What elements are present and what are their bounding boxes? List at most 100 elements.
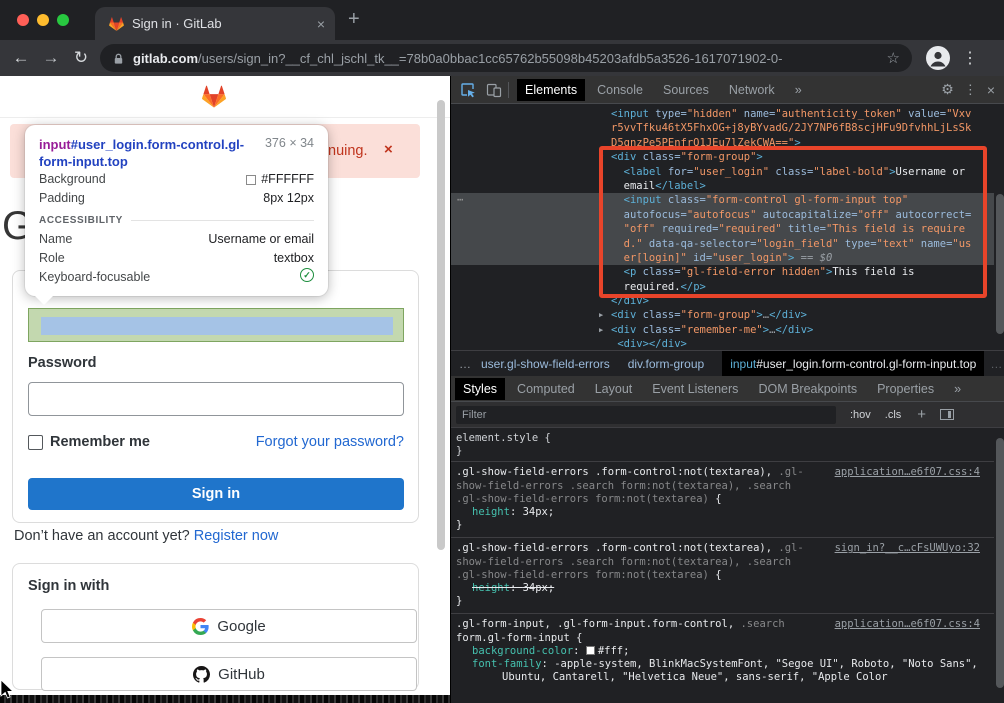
devtools-close-icon[interactable]: × <box>987 82 995 98</box>
dom-tree-line[interactable]: r5vvTfku46tX5FhxOG+j8yBYvadG/2JY7NP6fB8s… <box>451 121 994 135</box>
github-signin-button[interactable]: GitHub <box>41 657 417 691</box>
tab-event-listeners[interactable]: Event Listeners <box>644 378 746 400</box>
css-rule: .gl-show-field-errors .form-control:not(… <box>451 461 994 537</box>
browser-tab-strip: Sign in · GitLab × + <box>0 0 1004 40</box>
forward-button[interactable]: → <box>36 48 66 68</box>
dom-tree-line[interactable]: <div></div> <box>451 337 994 350</box>
stylesheet-link[interactable]: sign_in?__c…cFsUWUyo:32 <box>835 542 980 555</box>
breadcrumb-item[interactable]: user.gl-show-field-errors <box>481 357 610 371</box>
styles-filter-row: :hov .cls + <box>451 402 1004 428</box>
alert-close-icon[interactable]: × <box>384 141 393 158</box>
tooltip-dimensions: 376 × 34 <box>247 136 314 170</box>
page-scrollbar[interactable] <box>437 100 445 550</box>
stylesheet-link[interactable]: application…e6f07.css:4 <box>835 466 980 479</box>
tab-styles[interactable]: Styles <box>455 378 505 400</box>
tooltip-role-row: Roletextbox <box>39 249 314 268</box>
remember-me-label: Remember me <box>50 434 150 450</box>
devtools-tabs-more-icon[interactable]: » <box>787 79 810 101</box>
reload-button[interactable]: ↻ <box>66 48 96 68</box>
styles-tabs-more-icon[interactable]: » <box>946 378 969 400</box>
dom-tree-line[interactable]: <input type="hidden" name="authenticity_… <box>451 107 994 121</box>
tooltip-selector: input#user_login.form-control.gl-form-in… <box>39 136 247 170</box>
device-toolbar-icon[interactable] <box>486 82 502 98</box>
mouse-cursor <box>0 680 14 699</box>
tooltip-focusable-row: Keyboard-focusable ✓ <box>39 268 314 287</box>
back-button[interactable]: ← <box>6 48 36 68</box>
new-style-rule-icon[interactable]: + <box>917 406 926 423</box>
css-declaration[interactable]: background-color: #fff; <box>456 645 994 658</box>
url-bar[interactable]: gitlab.com/users/sign_in?__cf_chl_jschl_… <box>100 44 912 72</box>
github-button-label: GitHub <box>218 666 265 683</box>
browser-tab[interactable]: Sign in · GitLab × <box>95 7 335 40</box>
new-tab-button[interactable]: + <box>348 8 360 31</box>
remember-me-checkbox[interactable] <box>28 435 43 450</box>
styles-filter-input[interactable] <box>456 406 836 424</box>
url-text: gitlab.com/users/sign_in?__cf_chl_jschl_… <box>133 51 883 66</box>
browser-menu-icon[interactable]: ⋮ <box>962 48 978 68</box>
hover-state-toggle[interactable]: :hov <box>850 409 871 421</box>
username-input-highlighted[interactable] <box>28 308 404 342</box>
styles-scrollbar[interactable] <box>996 438 1004 688</box>
password-label: Password <box>28 355 97 371</box>
gitlab-signin-page: nuing. × G input#user_login.form-control… <box>0 76 450 703</box>
browser-toolbar: ← → ↻ gitlab.com/users/sign_in?__cf_chl_… <box>0 40 1004 76</box>
screen: Sign in · GitLab × + ← → ↻ gitlab.com/us… <box>0 0 1004 703</box>
css-declaration[interactable]: height: 34px; <box>456 506 994 519</box>
devtools-tab-sources[interactable]: Sources <box>655 79 717 101</box>
devtools-tab-elements[interactable]: Elements <box>517 79 585 101</box>
tab-properties[interactable]: Properties <box>869 378 942 400</box>
devtools-settings-gear-icon[interactable]: ⚙ <box>941 81 954 98</box>
google-signin-button[interactable]: Google <box>41 609 417 643</box>
devtools-menu-icon[interactable]: ⋮ <box>964 82 977 98</box>
devtools-tab-console[interactable]: Console <box>589 79 651 101</box>
devtools-tab-network[interactable]: Network <box>721 79 783 101</box>
css-declaration[interactable]: font-family: -apple-system, BlinkMacSyst… <box>456 658 994 684</box>
bookmark-star-icon[interactable]: ☆ <box>887 49 900 67</box>
tooltip-name-row: NameUsername or email <box>39 230 314 249</box>
gitlab-logo-icon <box>202 85 226 108</box>
forgot-password-link[interactable]: Forgot your password? <box>204 434 404 450</box>
traffic-light-minimize[interactable] <box>37 14 49 26</box>
inspect-element-icon[interactable] <box>460 82 476 98</box>
dom-tree-line[interactable]: ▶<div class="form-group">…</div> <box>451 308 994 322</box>
class-toggle[interactable]: .cls <box>885 409 902 421</box>
inspect-tooltip: input#user_login.form-control.gl-form-in… <box>25 125 328 296</box>
traffic-light-close[interactable] <box>17 14 29 26</box>
dom-tree-line[interactable]: ▶<div class="remember-me">…</div> <box>451 323 994 337</box>
stylesheet-link[interactable]: application…e6f07.css:4 <box>835 618 980 631</box>
gutter-dots-icon: ⋯ <box>457 193 463 207</box>
green-check-icon: ✓ <box>300 268 314 282</box>
toolbar-divider <box>508 82 509 98</box>
signin-button[interactable]: Sign in <box>28 478 404 510</box>
toggle-sidebar-icon[interactable] <box>940 409 954 420</box>
styles-pane: element.style { } .gl-show-field-errors … <box>451 428 994 703</box>
tab-layout[interactable]: Layout <box>587 378 641 400</box>
collapse-arrow-icon[interactable]: ▶ <box>599 308 603 322</box>
register-now-link[interactable]: Register now <box>194 528 279 544</box>
tooltip-accessibility-header: ACCESSIBILITY <box>39 215 314 226</box>
breadcrumb-item-active[interactable]: input#user_login.form-control.gl-form-in… <box>722 351 984 377</box>
css-declaration[interactable]: height: 34px; <box>456 582 994 595</box>
tab-title: Sign in · GitLab <box>132 16 317 31</box>
signin-with-label: Sign in with <box>28 578 109 594</box>
clipped-footer-artifact <box>0 695 450 703</box>
tab-dom-breakpoints[interactable]: DOM Breakpoints <box>750 378 865 400</box>
tab-favicon-gitlab-icon <box>109 17 124 31</box>
tab-close-icon[interactable]: × <box>317 16 325 32</box>
element-style-rule[interactable]: element.style { } <box>451 428 994 461</box>
signin-form-card: Password Remember me Forgot your passwor… <box>12 270 419 523</box>
profile-avatar[interactable] <box>926 46 950 70</box>
breadcrumb-overflow[interactable]: … <box>459 357 471 371</box>
collapse-arrow-icon[interactable]: ▶ <box>599 323 603 337</box>
google-button-label: Google <box>217 618 265 635</box>
elements-scrollbar[interactable] <box>996 194 1004 334</box>
color-swatch[interactable] <box>586 646 595 655</box>
breadcrumb-item[interactable]: div.form-group <box>628 357 704 371</box>
password-input[interactable] <box>28 382 404 416</box>
lock-icon <box>112 52 125 65</box>
tab-computed[interactable]: Computed <box>509 378 583 400</box>
alert-text-fragment: nuing. <box>328 143 368 159</box>
dom-breadcrumb: … user.gl-show-field-errors div.form-gro… <box>451 350 1004 376</box>
traffic-light-zoom[interactable] <box>57 14 69 26</box>
tooltip-background-row: Background #FFFFFF <box>39 170 314 189</box>
